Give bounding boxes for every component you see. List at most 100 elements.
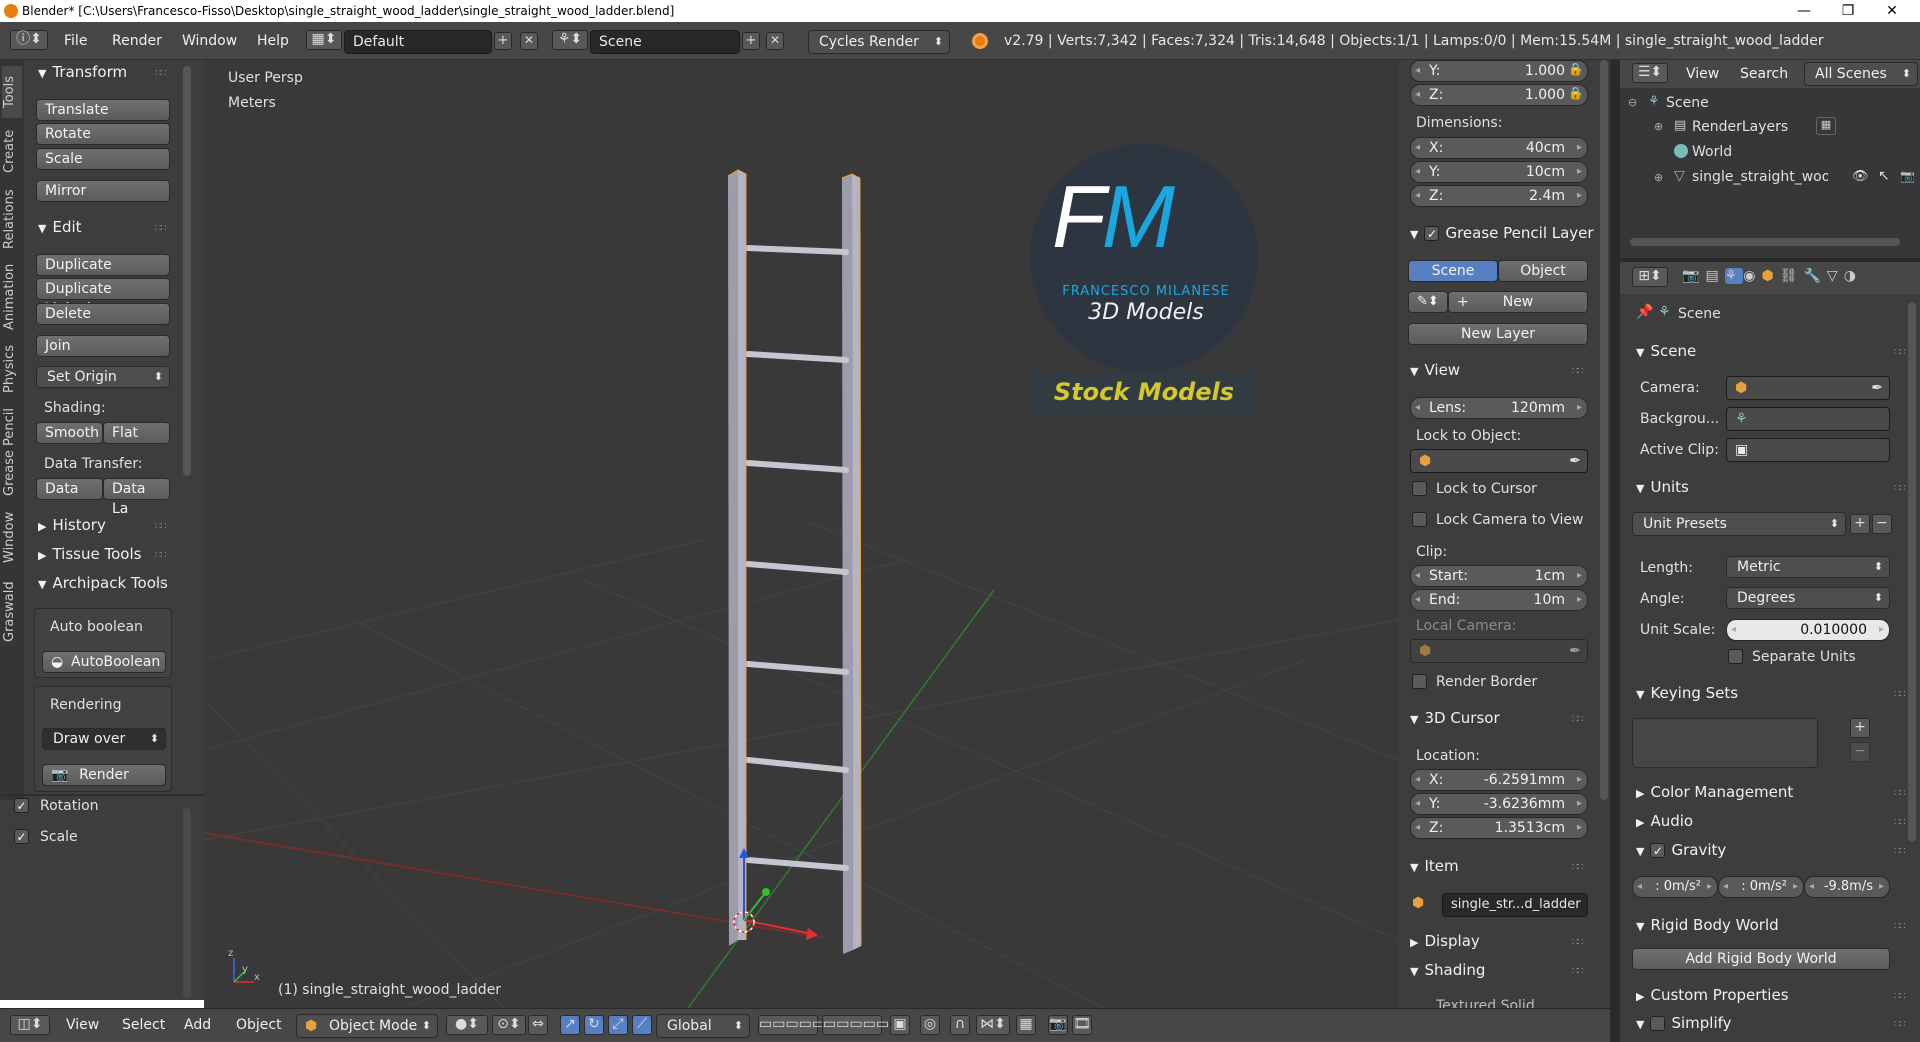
simplify-panel-header[interactable]: ▼ Simplify <box>1636 1014 1732 1032</box>
dimension-x-field[interactable]: X:40cm <box>1410 137 1588 159</box>
properties-scrollbar[interactable] <box>1908 302 1916 842</box>
manipulator-toggle-icon[interactable]: ⇔ <box>528 1015 548 1035</box>
pivot-point-icon[interactable]: ⊙⬍ <box>492 1015 526 1035</box>
drag-grip-icon[interactable]: ∷∷ <box>1894 1019 1906 1030</box>
tab-graswald[interactable]: Graswald <box>2 572 22 652</box>
render-layers-tab-icon[interactable]: ▤ <box>1705 268 1724 284</box>
editor-type-info-icon[interactable]: ⓘ⬍ <box>10 30 48 50</box>
color-management-panel-header[interactable]: ▶ Color Management <box>1636 783 1793 801</box>
outliner-world[interactable]: World <box>1692 144 1732 160</box>
drag-grip-icon[interactable]: ∷∷ <box>1894 347 1906 358</box>
drag-grip-icon[interactable]: ∷∷ <box>155 521 167 532</box>
duplicate-button[interactable]: Duplicate <box>36 254 170 276</box>
render-border-checkbox[interactable] <box>1412 674 1427 689</box>
menu-render[interactable]: Render <box>112 33 162 49</box>
scene-field[interactable]: Scene <box>590 30 740 54</box>
snap-toggle-icon[interactable]: ∩ <box>950 1015 970 1035</box>
tab-animation[interactable]: Animation <box>2 258 22 336</box>
proportional-editing-icon[interactable]: ◎ <box>920 1015 940 1035</box>
transform-orientation-select[interactable]: Global <box>656 1014 750 1038</box>
tissue-tools-panel-header[interactable]: ▶ Tissue Tools <box>38 545 141 563</box>
mirror-button[interactable]: Mirror <box>36 180 170 202</box>
drag-grip-icon[interactable]: ∷∷ <box>1894 846 1906 857</box>
menu-help[interactable]: Help <box>257 33 289 49</box>
properties-editor-icon[interactable]: ⊞⬍ <box>1632 267 1668 287</box>
display-mode-select[interactable]: All Scenes <box>1804 62 1918 86</box>
outliner-scene[interactable]: Scene <box>1666 95 1709 111</box>
render-engine-select[interactable]: Cycles Render <box>808 30 950 54</box>
length-system-select[interactable]: Metric <box>1726 556 1890 578</box>
data-tab-icon[interactable]: ▽ <box>1827 268 1844 284</box>
custom-properties-panel-header[interactable]: ▶ Custom Properties <box>1636 986 1789 1004</box>
gravity-z-field[interactable]: -9.8m/s <box>1804 876 1890 898</box>
scale-manipulator-icon[interactable]: ⤢ <box>608 1015 628 1035</box>
outliner-view-menu[interactable]: View <box>1686 66 1719 82</box>
remove-layout-icon[interactable]: ✕ <box>520 32 538 50</box>
modifiers-tab-icon[interactable]: 🔧 <box>1803 268 1826 284</box>
keying-sets-panel-header[interactable]: ▼ Keying Sets <box>1636 684 1738 702</box>
opengl-render-animation-icon[interactable]: 🎞 <box>1072 1015 1092 1035</box>
scale-checkbox[interactable]: ✓ <box>14 829 29 844</box>
display-panel-header[interactable]: ▶ Display <box>1410 932 1480 950</box>
grease-object-tab[interactable]: Object <box>1498 260 1588 282</box>
flat-button[interactable]: Flat <box>103 422 170 444</box>
properties-context-tabs[interactable]: 📷▤⚘◉⬢⛓🔧▽◑ <box>1682 268 1920 290</box>
draw-over-select[interactable]: Draw over <box>42 728 166 750</box>
outliner-editor-icon[interactable]: ☰⬍ <box>1632 63 1668 83</box>
set-origin-select[interactable]: Set Origin <box>36 366 170 388</box>
tab-relations[interactable]: Relations <box>2 184 22 254</box>
translate-manipulator-icon[interactable]: ↗ <box>560 1015 580 1035</box>
drag-grip-icon[interactable]: ∷∷ <box>1572 937 1584 948</box>
expand-icon[interactable]: ⊕ <box>1654 120 1663 133</box>
dimension-y-field[interactable]: Y:10cm <box>1410 161 1588 183</box>
menu-select[interactable]: Select <box>122 1017 165 1033</box>
viewport-shading-icon[interactable]: ●⬍ <box>446 1015 488 1035</box>
scene-tab-icon[interactable]: ⚘ <box>1724 268 1744 284</box>
translate-button[interactable]: Translate <box>36 99 170 121</box>
delete-button[interactable]: Delete <box>36 303 170 325</box>
view-panel-header[interactable]: ▼ View <box>1410 361 1460 379</box>
object-name-field[interactable]: single_str...d_ladder <box>1442 893 1588 917</box>
snap-target-icon[interactable]: ▦ <box>1016 1015 1036 1035</box>
eyedropper-icon[interactable]: ✒ <box>1871 379 1883 397</box>
history-panel-header[interactable]: ▶ History <box>38 516 106 534</box>
background-scene-field[interactable]: ⚘ <box>1726 407 1890 431</box>
unit-presets-select[interactable]: Unit Presets <box>1632 512 1846 536</box>
transform-orientation-icon[interactable]: ⟋ <box>632 1015 652 1035</box>
duplicate-linked-button[interactable]: Duplicate Linked <box>36 278 170 317</box>
object-tab-icon[interactable]: ⬢ <box>1761 268 1779 284</box>
unit-scale-field[interactable]: 0.010000 <box>1726 619 1890 641</box>
drag-grip-icon[interactable]: ∷∷ <box>1894 788 1906 799</box>
drag-grip-icon[interactable]: ∷∷ <box>155 223 167 234</box>
data-button[interactable]: Data <box>36 478 103 500</box>
scene-panel-header[interactable]: ▼ Scene <box>1636 342 1696 360</box>
scale-y-field[interactable]: Y:1.000 <box>1410 60 1588 82</box>
expand-icon[interactable]: ⊕ <box>1654 171 1663 184</box>
render-button[interactable]: 📷 Render <box>42 764 166 786</box>
gravity-y-field[interactable]: : 0m/s² <box>1718 876 1804 898</box>
eyedropper-icon[interactable]: ✒ <box>1569 452 1581 470</box>
transform-panel-header[interactable]: ▼ Transform <box>38 63 127 81</box>
tab-grease-pencil[interactable]: Grease Pencil <box>2 402 22 502</box>
outliner-search-menu[interactable]: Search <box>1740 66 1788 82</box>
lock-camera-checkbox[interactable] <box>1412 512 1427 527</box>
clip-end-field[interactable]: End:10m <box>1410 589 1588 611</box>
drag-grip-icon[interactable]: ∷∷ <box>1894 921 1906 932</box>
units-panel-header[interactable]: ▼ Units <box>1636 478 1689 496</box>
new-layer-button[interactable]: New Layer <box>1408 323 1588 345</box>
audio-panel-header[interactable]: ▶ Audio <box>1636 812 1693 830</box>
drag-grip-icon[interactable]: ∷∷ <box>1572 862 1584 873</box>
remove-preset-icon[interactable]: − <box>1872 514 1892 534</box>
lock-icon[interactable]: 🔒 <box>1568 86 1583 100</box>
item-panel-header[interactable]: ▼ Item <box>1410 857 1459 875</box>
join-button[interactable]: Join <box>36 335 170 357</box>
menu-file[interactable]: File <box>64 33 87 49</box>
drag-grip-icon[interactable]: ∷∷ <box>155 68 167 79</box>
drag-grip-icon[interactable]: ∷∷ <box>1894 689 1906 700</box>
opengl-render-image-icon[interactable]: 📷 <box>1048 1015 1068 1035</box>
rotate-manipulator-icon[interactable]: ↻ <box>584 1015 604 1035</box>
n-panel-scrollbar[interactable] <box>1600 60 1608 800</box>
3d-viewport[interactable]: z y x User Persp Meters (1) single_strai… <box>204 60 1398 1008</box>
grease-pencil-layers-header[interactable]: ▼ ✓ Grease Pencil Layer <box>1410 224 1596 242</box>
angle-system-select[interactable]: Degrees <box>1726 587 1890 609</box>
